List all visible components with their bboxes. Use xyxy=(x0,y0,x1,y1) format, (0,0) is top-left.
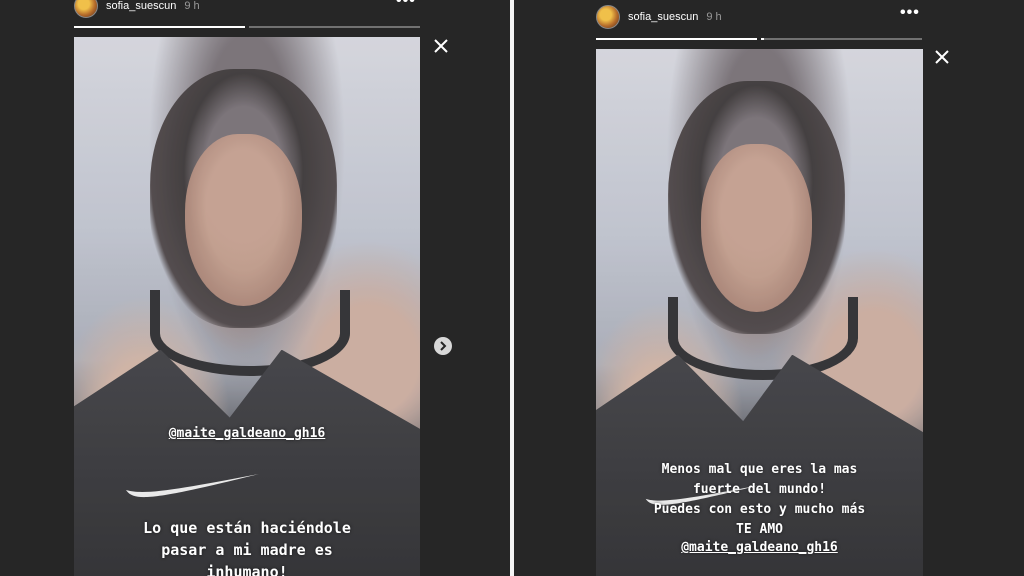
story-photo-haze xyxy=(74,37,420,576)
caption-line: TE AMO xyxy=(736,522,783,537)
story-viewer-left: sofia_suescun 9 h ••• @maite_galdeano_gh… xyxy=(0,0,510,576)
next-story-button[interactable] xyxy=(434,337,452,355)
avatar[interactable] xyxy=(596,5,620,29)
username[interactable]: sofia_suescun xyxy=(628,11,698,23)
caption-line: Menos mal que eres la mas xyxy=(661,462,858,477)
mention-sticker[interactable]: @maite_galdeano_gh16 xyxy=(596,540,923,555)
story-header: sofia_suescun 9 h xyxy=(596,5,722,29)
more-options-icon[interactable]: ••• xyxy=(396,0,416,10)
close-icon[interactable] xyxy=(934,49,950,65)
caption-line: pasar a mi madre es xyxy=(161,541,333,559)
story-progress-bar xyxy=(74,26,420,28)
more-options-icon[interactable]: ••• xyxy=(900,4,920,22)
caption-line: fuerte del mundo! xyxy=(692,482,827,497)
story-viewer-right: sofia_suescun 9 h ••• Menos mal que eres… xyxy=(514,0,1024,576)
progress-fill xyxy=(761,38,765,40)
story-caption: Menos mal que eres la mas fuerte del mun… xyxy=(596,460,923,540)
caption-line: Lo que están haciéndole xyxy=(143,519,351,537)
mention-link[interactable]: @maite_galdeano_gh16 xyxy=(681,540,838,555)
progress-segment xyxy=(761,38,922,40)
timestamp: 9 h xyxy=(706,11,722,23)
close-icon[interactable] xyxy=(433,38,449,54)
caption-line: Puedes con esto y mucho más xyxy=(653,502,866,517)
story-caption: Lo que están haciéndole pasar a mi madre… xyxy=(74,517,420,576)
progress-segment xyxy=(74,26,245,28)
progress-fill xyxy=(596,38,757,40)
caption-line: inhumano! xyxy=(206,563,288,576)
progress-segment xyxy=(249,26,420,28)
mention-link[interactable]: @maite_galdeano_gh16 xyxy=(169,426,326,441)
story-media[interactable]: Menos mal que eres la mas fuerte del mun… xyxy=(596,49,923,576)
chevron-right-icon xyxy=(440,341,447,351)
avatar[interactable] xyxy=(74,0,98,18)
timestamp: 9 h xyxy=(184,0,200,12)
mention-sticker[interactable]: @maite_galdeano_gh16 xyxy=(74,426,420,441)
username[interactable]: sofia_suescun xyxy=(106,0,176,12)
story-progress-bar xyxy=(596,38,922,40)
progress-fill xyxy=(74,26,245,28)
progress-segment xyxy=(596,38,757,40)
story-header: sofia_suescun 9 h xyxy=(74,0,200,18)
story-media[interactable]: @maite_galdeano_gh16 Lo que están hacién… xyxy=(74,37,420,576)
